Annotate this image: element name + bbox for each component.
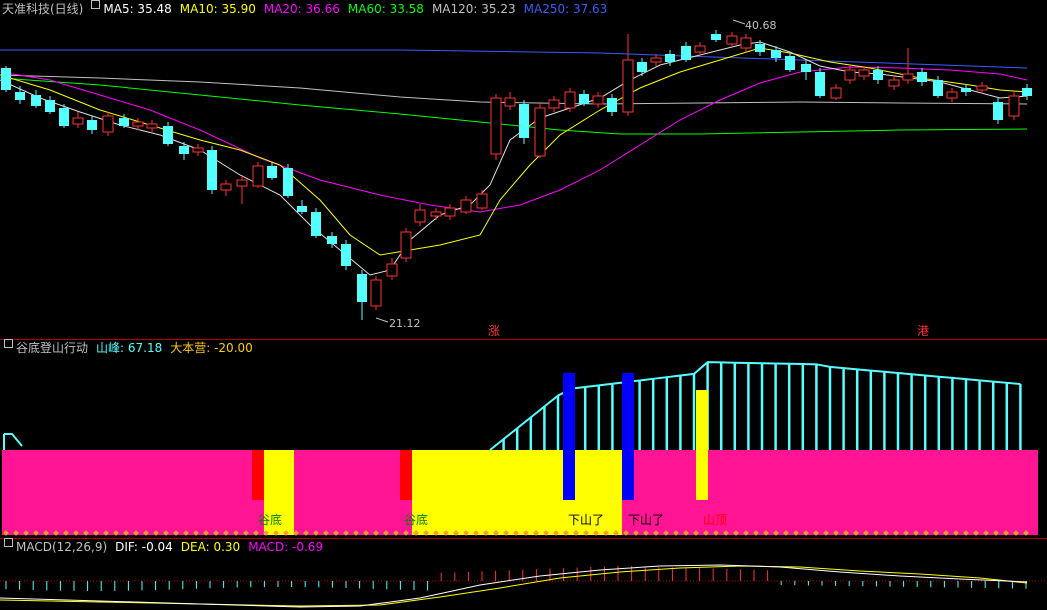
shanding-label: 山顶 xyxy=(703,513,727,527)
candle xyxy=(564,88,576,112)
candle xyxy=(519,100,529,144)
gudi-label-2: 谷底 xyxy=(404,512,428,527)
candle xyxy=(607,94,617,116)
candle xyxy=(830,84,842,100)
yellow-bar xyxy=(696,390,708,500)
gudi-label-1: 谷底 xyxy=(258,512,282,527)
cyan-spike-left xyxy=(3,433,23,450)
ma5-line xyxy=(0,41,1028,276)
moving-average-lines xyxy=(0,41,1028,276)
candle xyxy=(1,66,11,92)
candle xyxy=(414,204,426,226)
red-bar-2 xyxy=(400,450,412,500)
candle xyxy=(341,240,351,270)
candle xyxy=(236,176,248,204)
high-annotation: 40.68 xyxy=(732,19,777,32)
candle xyxy=(45,96,55,114)
candle xyxy=(993,98,1003,124)
candle xyxy=(297,200,307,214)
candle xyxy=(72,112,84,128)
low-annotation: 21.12 xyxy=(375,317,421,330)
ma20-line xyxy=(0,66,1028,213)
candle xyxy=(785,52,795,72)
candle xyxy=(740,34,752,52)
candle xyxy=(460,196,472,214)
candle xyxy=(430,208,442,220)
candle xyxy=(252,162,264,188)
blue-bar-1 xyxy=(563,373,575,500)
candle xyxy=(1022,84,1032,100)
candle xyxy=(163,122,173,146)
indicator-panel: 谷底 谷底 下山了 下山了 山顶 xyxy=(2,361,1038,536)
blue-bar-2 xyxy=(622,373,634,500)
low-price-label: 21.12 xyxy=(389,317,421,330)
candle xyxy=(711,30,721,42)
candle xyxy=(592,92,604,108)
candle xyxy=(87,116,97,134)
candle xyxy=(31,90,41,108)
dea-line xyxy=(0,565,1028,607)
candle xyxy=(370,276,382,310)
candle xyxy=(726,32,738,46)
candle xyxy=(622,34,634,116)
gang-marker: 港 xyxy=(917,324,929,338)
macd-histogram xyxy=(5,565,1027,591)
high-price-label: 40.68 xyxy=(745,19,777,32)
candle xyxy=(801,60,811,80)
high-arrow-icon xyxy=(732,19,746,25)
ma250-line xyxy=(0,49,1028,69)
candle xyxy=(220,180,232,196)
candle xyxy=(267,162,277,180)
candle xyxy=(1008,92,1020,120)
candle xyxy=(946,88,958,102)
candle xyxy=(207,146,217,194)
candle xyxy=(311,208,321,238)
candle xyxy=(902,48,914,84)
candle xyxy=(444,204,456,220)
candle xyxy=(504,92,516,110)
candle xyxy=(579,90,589,106)
low-arrow-icon xyxy=(375,317,389,323)
red-bar-1 xyxy=(252,450,264,500)
candle xyxy=(961,84,971,96)
candle xyxy=(637,58,647,76)
candle xyxy=(400,228,412,262)
candle xyxy=(146,120,158,132)
candle xyxy=(888,76,900,90)
candle xyxy=(102,112,114,136)
candlestick-series xyxy=(1,30,1032,320)
candle xyxy=(681,42,691,62)
candle xyxy=(844,66,856,84)
candle xyxy=(15,86,25,104)
candle xyxy=(650,54,662,66)
candle xyxy=(283,164,293,198)
zhang-marker: 涨 xyxy=(488,323,500,338)
candle xyxy=(192,144,204,156)
candle xyxy=(917,68,927,86)
candle xyxy=(476,190,488,210)
candle xyxy=(490,94,502,160)
candle xyxy=(548,96,560,112)
xiashan-label-1: 下山了 xyxy=(568,513,604,527)
candle xyxy=(933,76,943,98)
ma10-line xyxy=(0,47,1028,256)
candle xyxy=(179,142,189,160)
candle xyxy=(815,68,825,98)
stock-chart[interactable]: 40.68 21.12 涨 港 谷底 谷底 下山了 下山了 山顶 xyxy=(0,0,1047,610)
candle xyxy=(534,102,546,158)
candle xyxy=(357,270,367,320)
macd-panel xyxy=(0,564,1047,608)
xiashan-label-2: 下山了 xyxy=(628,513,664,527)
